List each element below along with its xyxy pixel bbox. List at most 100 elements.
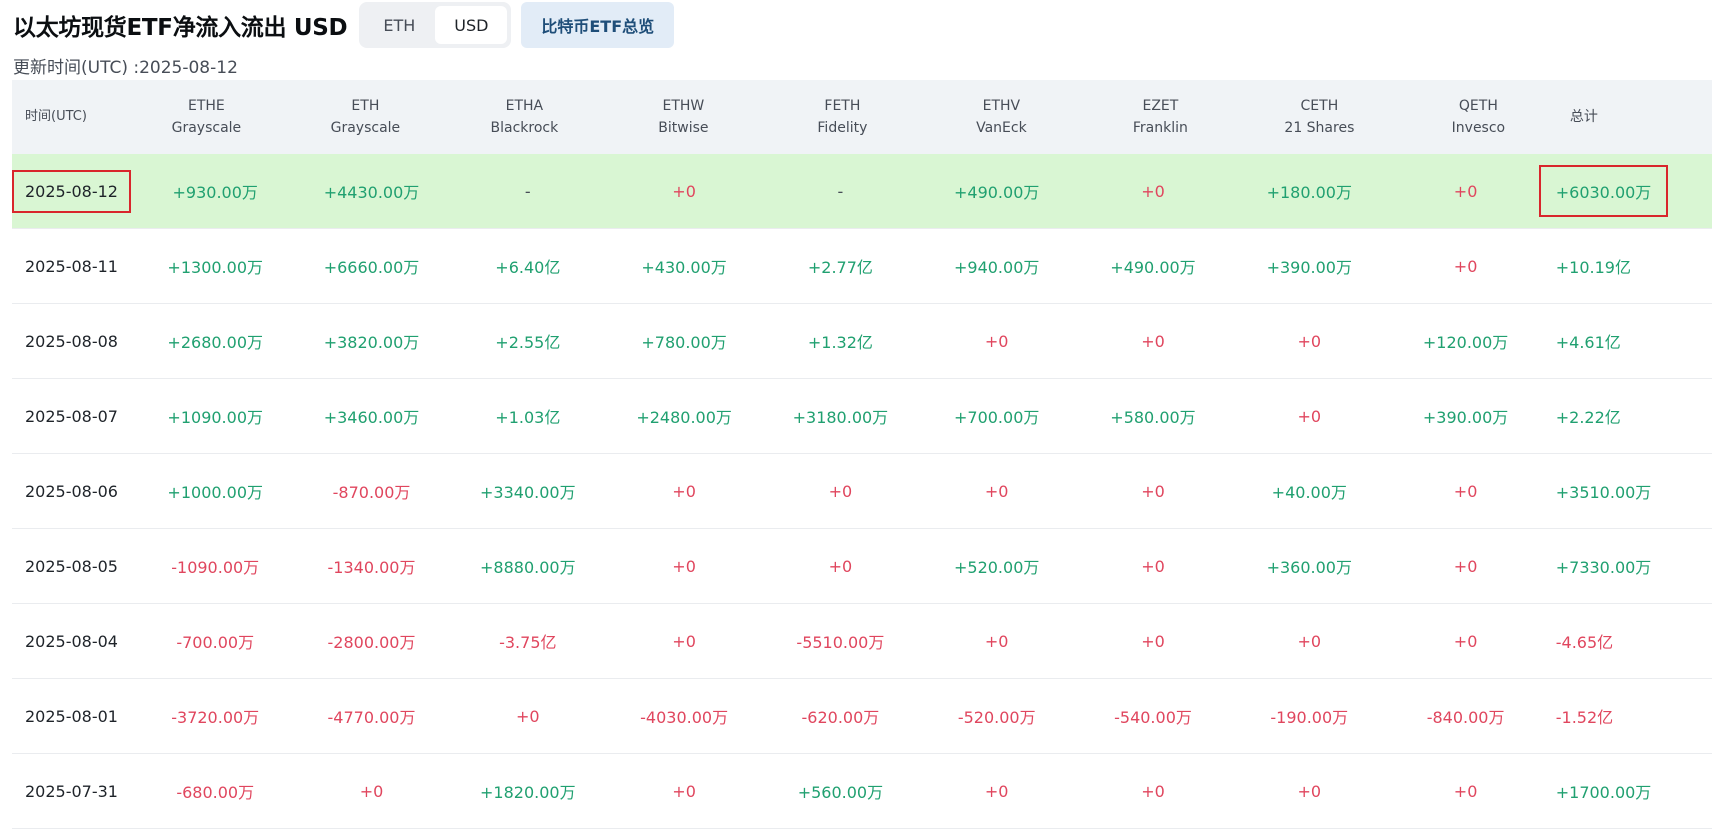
flow-cell: -680.00万 bbox=[137, 779, 293, 803]
total-value: -4.65亿 bbox=[1555, 633, 1614, 652]
total-cell: +6030.00万 bbox=[1538, 165, 1712, 217]
flow-value: -620.00万 bbox=[801, 708, 880, 727]
btc-etf-overview-button[interactable]: 比特币ETF总览 bbox=[521, 2, 675, 48]
total-value: +4.61亿 bbox=[1555, 333, 1621, 352]
flow-cell: -840.00万 bbox=[1387, 704, 1543, 728]
flow-value: +430.00万 bbox=[641, 258, 727, 277]
flow-cell: -870.00万 bbox=[293, 479, 449, 503]
flow-value: +0 bbox=[1297, 331, 1322, 351]
flow-value: +560.00万 bbox=[797, 783, 884, 802]
flow-cell: +0 bbox=[1075, 332, 1231, 351]
flow-value: +0 bbox=[672, 481, 696, 501]
flow-cell: +0 bbox=[1387, 482, 1543, 501]
column-issuer: Grayscale bbox=[171, 120, 242, 136]
date-cell: 2025-08-12 bbox=[12, 169, 137, 213]
table-row: 2025-07-31 -680.00万 +0 +1820.00万 +0 +560.00万 +… bbox=[12, 754, 1712, 829]
column-ticker: ETHA bbox=[505, 98, 544, 114]
flow-value: +1300.00万 bbox=[167, 258, 263, 277]
flow-cell: - bbox=[762, 182, 918, 201]
page-title: 以太坊现货ETF净流入流出 USD bbox=[13, 15, 348, 41]
flow-value: +0 bbox=[359, 781, 384, 801]
total-value: -1.52亿 bbox=[1555, 708, 1614, 727]
flow-cell: -190.00万 bbox=[1231, 704, 1387, 728]
table-row: 2025-08-12 +930.00万 +4430.00万 - +0 - +490.00万 +… bbox=[12, 154, 1712, 229]
flow-cell: +0 bbox=[606, 782, 762, 801]
date-cell: 2025-08-04 bbox=[12, 632, 137, 651]
flow-value: - bbox=[837, 181, 844, 201]
flow-cell: +0 bbox=[1075, 782, 1231, 801]
flow-value: +780.00万 bbox=[641, 333, 727, 352]
flow-cell: +940.00万 bbox=[919, 254, 1075, 278]
table-body: 2025-08-12 +930.00万 +4430.00万 - +0 - +490.00万 +… bbox=[12, 154, 1712, 829]
flow-cell: -4770.00万 bbox=[293, 704, 449, 728]
flow-cell: +1.32亿 bbox=[762, 329, 918, 353]
fund-column-headers: ETHE Grayscale ETH Grayscale ETHA Blackrock ET… bbox=[127, 95, 1558, 139]
total-value: +3510.00万 bbox=[1555, 483, 1652, 502]
flow-cell: +4430.00万 bbox=[293, 179, 449, 203]
flow-value: +0 bbox=[672, 631, 696, 651]
flow-cell: +0 bbox=[1387, 632, 1543, 651]
date-value: 2025-08-08 bbox=[25, 331, 118, 351]
flow-cell: +0 bbox=[1387, 557, 1543, 576]
flow-value: +2.77亿 bbox=[807, 258, 873, 277]
flow-value: +0 bbox=[672, 556, 696, 576]
date-value: 2025-08-11 bbox=[25, 256, 118, 276]
flow-value: -1090.00万 bbox=[171, 558, 260, 577]
column-header-ethw: ETHW Bitwise bbox=[604, 95, 763, 139]
flow-cell: +0 bbox=[919, 482, 1075, 501]
column-issuer: VanEck bbox=[976, 120, 1027, 136]
toggle-usd[interactable]: USD bbox=[435, 6, 508, 44]
toggle-eth[interactable]: ETH bbox=[363, 6, 435, 44]
flow-cell: +8880.00万 bbox=[450, 554, 606, 578]
etf-flow-table: 时间(UTC) ETHE Grayscale ETH Grayscale ETHA Bla… bbox=[12, 80, 1712, 829]
flow-value: +0 bbox=[1141, 781, 1165, 801]
flow-cell: -620.00万 bbox=[762, 704, 918, 728]
column-header-qeth: QETH Invesco bbox=[1399, 95, 1558, 139]
flow-value: +580.00万 bbox=[1110, 408, 1196, 427]
flow-cell: +0 bbox=[1075, 182, 1231, 201]
flow-value: +6660.00万 bbox=[323, 258, 420, 277]
flow-value: +520.00万 bbox=[953, 558, 1040, 577]
flow-value: +0 bbox=[984, 331, 1009, 351]
update-time: 更新时间(UTC) :2025-08-12 bbox=[13, 58, 238, 78]
flow-cell: +0 bbox=[762, 482, 918, 501]
flow-value: +390.00万 bbox=[1422, 408, 1509, 427]
flow-cell: - bbox=[450, 182, 606, 201]
flow-cell: +0 bbox=[1231, 332, 1387, 351]
flow-value: +180.00万 bbox=[1266, 183, 1352, 202]
flow-value: - bbox=[524, 181, 531, 201]
flow-cell: +3340.00万 bbox=[450, 479, 606, 503]
column-header-feth: FETH Fidelity bbox=[763, 95, 922, 139]
date-value: 2025-08-05 bbox=[25, 556, 118, 576]
flow-cell: +2.55亿 bbox=[450, 329, 606, 353]
flow-cell: +0 bbox=[606, 182, 762, 201]
flow-cell: +0 bbox=[762, 557, 918, 576]
flow-cell: +0 bbox=[919, 632, 1075, 651]
flow-value: +0 bbox=[1141, 181, 1165, 201]
flow-cell: +0 bbox=[606, 482, 762, 501]
flow-value: -840.00万 bbox=[1426, 708, 1505, 727]
column-header-ethe: ETHE Grayscale bbox=[127, 95, 286, 139]
flow-value: +8880.00万 bbox=[480, 558, 576, 577]
column-header-eth: ETH Grayscale bbox=[286, 95, 445, 139]
flow-cell: +3460.00万 bbox=[293, 404, 449, 428]
flow-value: +390.00万 bbox=[1266, 258, 1352, 277]
column-issuer: Franklin bbox=[1132, 120, 1188, 136]
flow-cell: +6660.00万 bbox=[293, 254, 449, 278]
flow-value: +0 bbox=[984, 781, 1009, 801]
flow-cell: +0 bbox=[1387, 182, 1543, 201]
flow-cell: +390.00万 bbox=[1231, 254, 1387, 278]
flow-value: +0 bbox=[1141, 481, 1165, 501]
flow-value: +1820.00万 bbox=[480, 783, 576, 802]
flow-value: +0 bbox=[1297, 631, 1322, 651]
total-value: +10.19亿 bbox=[1555, 258, 1631, 277]
flow-value: -4770.00万 bbox=[327, 708, 416, 727]
flow-cell: +0 bbox=[1075, 632, 1231, 651]
flow-cell: +2680.00万 bbox=[137, 329, 293, 353]
flow-cell: +2.77亿 bbox=[762, 254, 918, 278]
flow-cell: -3720.00万 bbox=[137, 704, 293, 728]
flow-cell: +0 bbox=[450, 707, 606, 726]
flow-cell: +1300.00万 bbox=[137, 254, 293, 278]
flow-cell: -1340.00万 bbox=[293, 554, 449, 578]
flow-value: +2.55亿 bbox=[495, 333, 561, 352]
